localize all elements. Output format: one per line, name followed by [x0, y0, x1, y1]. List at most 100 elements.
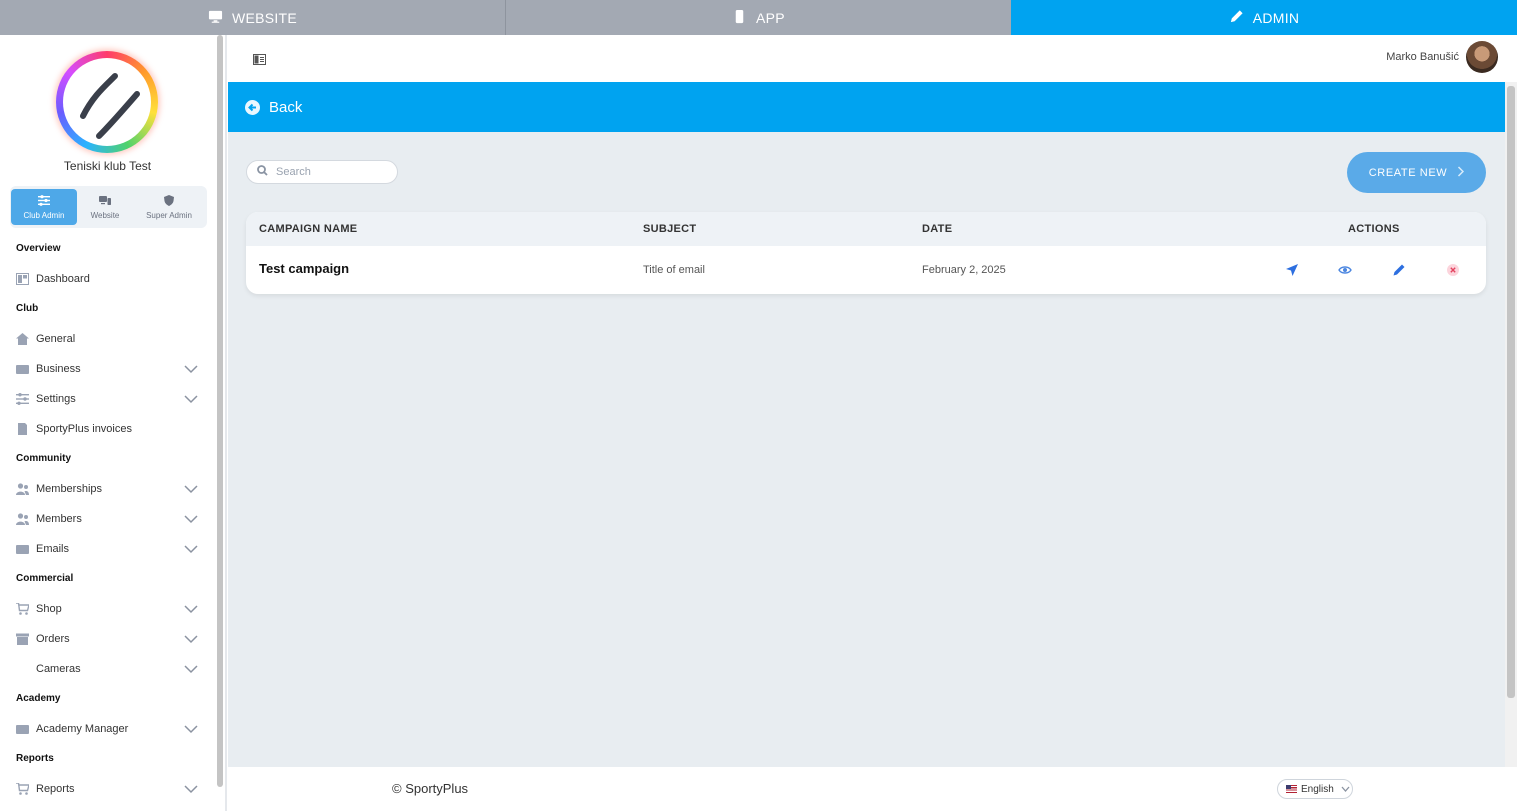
chevron-down-icon[interactable]: [184, 544, 198, 554]
chevron-down-icon[interactable]: [184, 634, 198, 644]
sidebar-item-academy-manager[interactable]: Academy Manager: [16, 720, 202, 738]
nav-section-overview: Overview: [16, 243, 61, 254]
sidebar-item-label: Shop: [36, 603, 62, 615]
sidebar-item-memberships[interactable]: Memberships: [16, 480, 202, 498]
eye-icon[interactable]: [1337, 262, 1353, 278]
role-switcher: Club Admin Website Super Admin: [10, 186, 207, 228]
column-header-actions: ACTIONS: [1348, 223, 1400, 235]
sliders-icon: [16, 393, 29, 406]
sidebar-item-orders[interactable]: Orders: [16, 630, 202, 648]
language-label: English: [1301, 783, 1334, 795]
box-icon: [16, 633, 29, 646]
sidebar-scrollbar[interactable]: [217, 35, 225, 787]
sidebar-item-label: General: [36, 333, 76, 345]
sidebar-toggle-icon[interactable]: [253, 52, 266, 65]
pencil-icon: [1229, 9, 1244, 27]
users-icon: [16, 483, 29, 496]
role-tab-label: Website: [90, 210, 120, 220]
nav-section-academy: Academy: [16, 693, 61, 704]
arrow-left-icon: [245, 100, 260, 115]
nav-section-commercial: Commercial: [16, 573, 74, 584]
chevron-down-icon[interactable]: [184, 394, 198, 404]
club-name: Teniski klub Test: [63, 159, 152, 173]
main-content: CREATE NEW CAMPAIGN NAME SUBJECT DATE AC…: [228, 132, 1505, 767]
scrollbar-thumb[interactable]: [217, 35, 223, 787]
back-label: Back: [269, 99, 303, 116]
chevron-down-icon[interactable]: [184, 784, 198, 794]
sidebar-item-label: Academy Manager: [36, 723, 129, 735]
sidebar-item-label: Members: [36, 513, 82, 525]
role-tab-super-admin[interactable]: Super Admin: [133, 189, 205, 225]
role-tab-website[interactable]: Website: [77, 189, 133, 225]
edit-icon[interactable]: [1391, 262, 1407, 278]
sidebar-item-business[interactable]: Business: [16, 360, 202, 378]
table-row[interactable]: Test campaign Title of email February 2,…: [246, 246, 1486, 294]
mode-label: APP: [756, 9, 785, 26]
sidebar-item-label: Orders: [36, 633, 70, 645]
card-icon: [16, 723, 29, 736]
sidebar-item-invoices[interactable]: SportyPlus invoices: [16, 420, 202, 438]
back-button[interactable]: Back: [245, 99, 302, 116]
chevron-down-icon[interactable]: [184, 724, 198, 734]
sliders-icon: [38, 194, 50, 208]
sidebar-divider: [225, 35, 227, 811]
sidebar-item-settings[interactable]: Settings: [16, 390, 202, 408]
sidebar: Teniski klub Test Club Admin Website Sup…: [0, 35, 215, 811]
chevron-down-icon[interactable]: [184, 664, 198, 674]
sidebar-item-shop[interactable]: Shop: [16, 600, 202, 618]
nav-section-reports: Reports: [16, 753, 54, 764]
sidebar-item-label: Cameras: [36, 663, 81, 675]
sidebar-item-label: Business: [36, 363, 81, 375]
sidebar-item-emails[interactable]: Emails: [16, 540, 202, 558]
sidebar-item-cameras[interactable]: Cameras: [16, 660, 202, 678]
back-bar: Back: [228, 82, 1505, 132]
chevron-down-icon[interactable]: [184, 604, 198, 614]
language-select[interactable]: English: [1277, 779, 1353, 799]
mode-admin[interactable]: ADMIN: [1011, 0, 1517, 35]
grid-icon: [16, 273, 29, 286]
page-header: Marko Banušić: [227, 35, 1517, 82]
delete-icon[interactable]: [1445, 262, 1461, 278]
sidebar-item-label: SportyPlus invoices: [36, 423, 132, 435]
search-box[interactable]: [246, 160, 398, 184]
copyright: © SportyPlus: [392, 781, 469, 796]
shield-icon: [163, 194, 175, 208]
column-header-date: DATE: [922, 223, 953, 235]
sidebar-item-members[interactable]: Members: [16, 510, 202, 528]
search-icon: [257, 163, 268, 181]
mode-bar: WEBSITE APP ADMIN: [0, 0, 1517, 35]
send-icon[interactable]: [1284, 262, 1300, 278]
user-name[interactable]: Marko Banušić: [1386, 51, 1459, 63]
sidebar-item-dashboard[interactable]: Dashboard: [16, 270, 202, 288]
nav-section-community: Community: [16, 453, 71, 464]
devices-icon: [99, 195, 111, 208]
sidebar-item-reports[interactable]: Reports: [16, 780, 202, 798]
mode-app[interactable]: APP: [506, 0, 1011, 35]
role-tab-label: Club Admin: [23, 210, 65, 220]
chevron-down-icon[interactable]: [184, 364, 198, 374]
sidebar-item-label: Emails: [36, 543, 70, 555]
main-scrollbar-thumb[interactable]: [1507, 86, 1515, 698]
us-flag-icon: [1286, 785, 1297, 793]
search-input[interactable]: [276, 166, 394, 178]
camera-icon: [16, 663, 29, 676]
monitor-icon: [208, 9, 223, 27]
nav-section-club: Club: [16, 303, 39, 314]
role-tab-club-admin[interactable]: Club Admin: [11, 189, 77, 225]
campaign-name[interactable]: Test campaign: [259, 261, 349, 276]
envelope-icon: [16, 543, 29, 556]
campaign-subject: Title of email: [643, 264, 705, 276]
chevron-down-icon[interactable]: [184, 514, 198, 524]
campaign-date: February 2, 2025: [922, 264, 1006, 276]
chevron-down-icon: [1338, 784, 1350, 795]
role-tab-label: Super Admin: [146, 210, 192, 220]
chevron-down-icon[interactable]: [184, 484, 198, 494]
chevron-right-icon: [1457, 165, 1465, 180]
sidebar-item-general[interactable]: General: [16, 330, 202, 348]
table-header: CAMPAIGN NAME SUBJECT DATE ACTIONS: [246, 212, 1486, 246]
mode-label: ADMIN: [1252, 9, 1300, 26]
club-logo: [56, 51, 158, 153]
mode-website[interactable]: WEBSITE: [0, 0, 506, 35]
create-new-button[interactable]: CREATE NEW: [1347, 152, 1486, 193]
avatar[interactable]: [1466, 41, 1498, 73]
